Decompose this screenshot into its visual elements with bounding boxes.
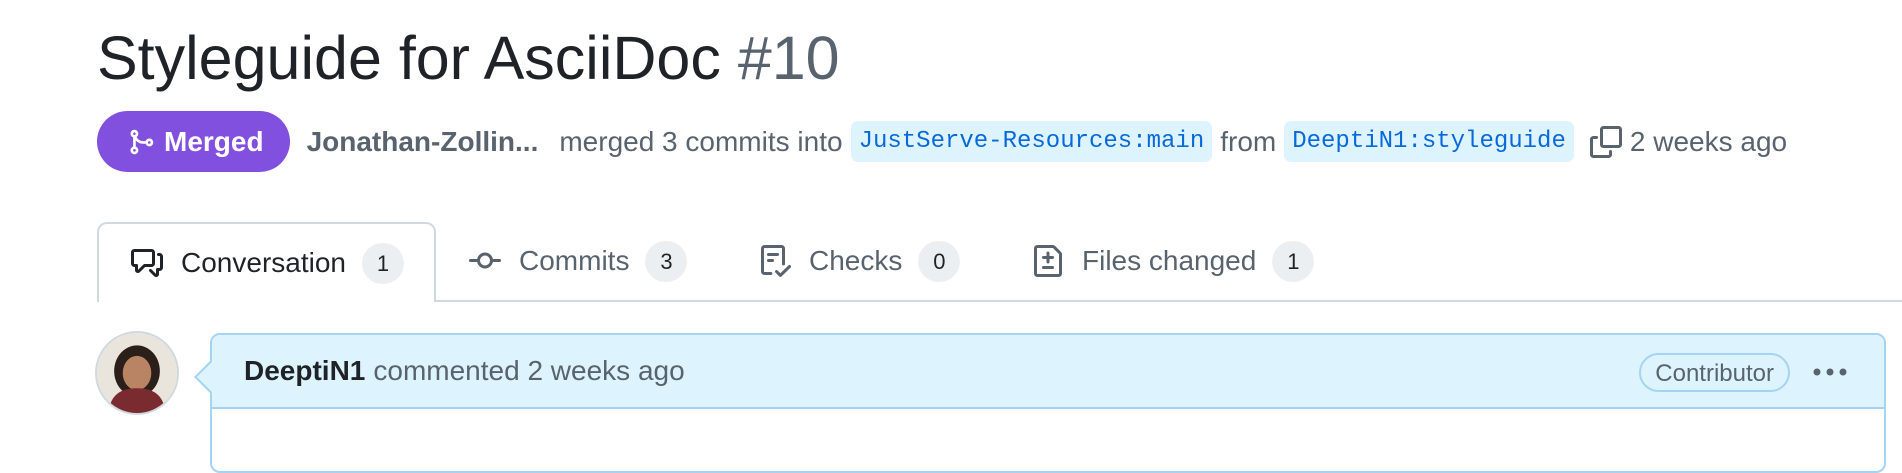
tab-conversation-count: 1	[361, 242, 404, 284]
tab-commits[interactable]: Commits 3	[469, 222, 688, 300]
pr-author-link[interactable]: Jonathan-Zollin...	[307, 126, 539, 158]
tab-files-changed-count: 1	[1272, 240, 1315, 282]
head-branch-link[interactable]: DeeptiN1:styleguide	[1284, 121, 1574, 162]
pull-request-page: Styleguide for AsciiDoc #10 Merged Jonat…	[0, 0, 1902, 473]
tab-checks-count: 0	[918, 240, 961, 282]
tab-commits-label: Commits	[519, 245, 630, 276]
tab-checks[interactable]: Checks 0	[759, 222, 961, 300]
tab-conversation[interactable]: Conversation 1	[97, 222, 436, 302]
comment-author-link[interactable]: DeeptiN1	[244, 355, 365, 387]
tab-checks-label: Checks	[809, 245, 903, 276]
comment-box: DeeptiN1 commented 2 weeks ago Contribut…	[210, 333, 1886, 473]
avatar[interactable]	[95, 331, 179, 415]
pr-state-row: Merged Jonathan-Zollin... merged 3 commi…	[97, 111, 1787, 172]
base-branch-link[interactable]: JustServe-Resources:main	[850, 121, 1213, 162]
checklist-icon	[759, 245, 791, 277]
pr-title: Styleguide for AsciiDoc	[97, 24, 721, 92]
tab-commits-count: 3	[645, 240, 688, 282]
copy-icon[interactable]	[1589, 125, 1622, 158]
pr-time-ago: 2 weeks ago	[1629, 125, 1788, 157]
pr-number: #10	[737, 24, 840, 92]
kebab-horizontal-icon[interactable]	[1810, 357, 1850, 387]
comment-timestamp[interactable]: commented 2 weeks ago	[373, 355, 684, 387]
tab-files-changed[interactable]: Files changed 1	[1032, 222, 1315, 300]
merged-state-badge: Merged	[97, 111, 290, 172]
merged-commits-text: merged 3 commits into	[559, 125, 843, 157]
contributor-badge: Contributor	[1639, 353, 1790, 392]
git-commit-icon	[469, 245, 501, 277]
comment-discussion-icon	[131, 247, 163, 279]
from-text: from	[1220, 125, 1277, 157]
comment-header: DeeptiN1 commented 2 weeks ago Contribut…	[212, 335, 1884, 409]
git-merge-icon	[130, 129, 154, 154]
tab-conversation-label: Conversation	[181, 247, 346, 278]
tab-files-changed-label: Files changed	[1082, 245, 1257, 276]
file-diff-icon	[1032, 245, 1064, 277]
page-title: Styleguide for AsciiDoc #10	[97, 22, 840, 94]
merged-state-label: Merged	[164, 125, 264, 157]
